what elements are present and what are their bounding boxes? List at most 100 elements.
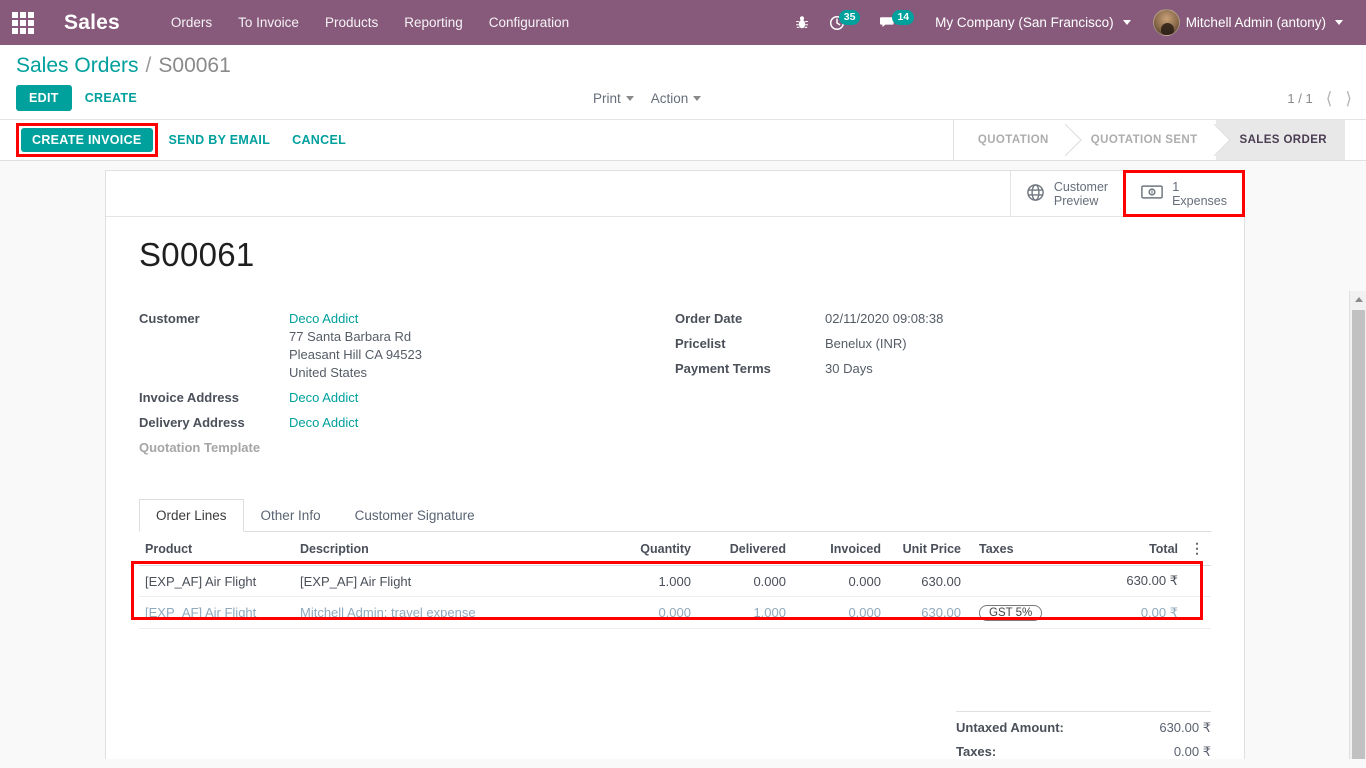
page-title: S00061: [139, 236, 255, 273]
col-taxes[interactable]: Taxes: [967, 532, 1092, 566]
status-sales-order[interactable]: SALES ORDER: [1215, 120, 1345, 160]
menu-item-configuration[interactable]: Configuration: [476, 0, 582, 45]
bug-icon[interactable]: [785, 0, 819, 45]
field-invoice-address-label: Invoice Address: [139, 390, 239, 405]
chevron-down-icon: [625, 95, 634, 101]
menu-item-products[interactable]: Products: [312, 0, 391, 45]
form-right-column: Order Date 02/11/2020 09:08:38 Pricelist…: [675, 310, 1211, 464]
cell-unit-price: 630.00: [887, 565, 967, 597]
chevron-left-icon[interactable]: ⟨: [1326, 90, 1333, 107]
workflow-buttons: CREATE INVOICE SEND BY EMAIL CANCEL: [16, 123, 357, 157]
customer-preview-button[interactable]: Customer Preview: [1009, 171, 1123, 216]
taxes-value: 0.00 ₹: [1173, 744, 1211, 759]
menu-item-orders[interactable]: Orders: [158, 0, 225, 45]
cell-product: [EXP_AF] Air Flight: [139, 565, 294, 597]
field-customer-label: Customer: [139, 311, 200, 326]
company-name: My Company (San Francisco): [935, 15, 1114, 30]
table-header-row: Product Description Quantity Delivered I…: [139, 532, 1211, 566]
control-panel: Sales Orders / S00061 EDIT CREATE Print …: [0, 45, 1366, 120]
col-description[interactable]: Description: [294, 532, 602, 566]
edit-button[interactable]: EDIT: [16, 85, 72, 111]
chevron-down-icon: [693, 95, 702, 101]
vertical-scrollbar[interactable]: [1349, 291, 1366, 759]
main-menu: Orders To Invoice Products Reporting Con…: [158, 0, 582, 45]
cell-taxes: GST 5%: [967, 596, 1092, 629]
notebook: Order Lines Other Info Customer Signatur…: [131, 498, 1211, 629]
vertical-dots-icon[interactable]: ⋮: [1184, 532, 1211, 566]
chevron-down-icon: [1335, 20, 1343, 25]
messages-menu[interactable]: 14: [870, 0, 924, 45]
col-total[interactable]: Total: [1092, 532, 1184, 566]
field-order-date-label: Order Date: [675, 311, 743, 326]
breadcrumb-current: S00061: [158, 54, 231, 77]
field-pricelist-label: Pricelist: [675, 336, 726, 351]
cell-options: [1184, 565, 1211, 597]
field-pricelist-value: Benelux (INR): [825, 336, 907, 351]
expenses-highlight: 1 Expenses: [1123, 170, 1245, 217]
customer-address-line-3: United States: [289, 365, 368, 380]
money-icon: [1141, 184, 1163, 203]
globe-icon: [1026, 183, 1045, 205]
table-row[interactable]: [EXP_AF] Air Flight Mitchell Admin: trav…: [139, 596, 1211, 629]
cell-taxes: [967, 565, 1092, 597]
col-unit-price[interactable]: Unit Price: [887, 532, 967, 566]
expenses-button[interactable]: 1 Expenses: [1126, 173, 1242, 214]
chevron-right-icon[interactable]: ⟩: [1345, 90, 1352, 107]
customer-preview-line2: Preview: [1053, 193, 1099, 208]
activities-menu[interactable]: 35: [819, 0, 871, 45]
cancel-button[interactable]: CANCEL: [281, 128, 357, 152]
control-panel-buttons: EDIT CREATE Print Action 1 / 1 ⟨ ⟩: [0, 82, 1366, 119]
app-brand-title[interactable]: Sales: [64, 11, 120, 35]
expenses-count: 1: [1172, 178, 1180, 194]
print-action-group: Print Action: [593, 91, 702, 106]
taxes-label: Taxes:: [956, 744, 997, 759]
field-order-date: Order Date 02/11/2020 09:08:38: [675, 310, 1211, 328]
table-row[interactable]: [EXP_AF] Air Flight [EXP_AF] Air Flight …: [139, 565, 1211, 597]
col-product[interactable]: Product: [139, 532, 294, 566]
apps-grid-icon[interactable]: [0, 0, 46, 45]
col-invoiced[interactable]: Invoiced: [792, 532, 887, 566]
field-payment-terms-value: 30 Days: [825, 361, 873, 376]
user-menu[interactable]: Mitchell Admin (antony): [1142, 0, 1354, 45]
create-invoice-highlight: CREATE INVOICE: [16, 123, 158, 157]
create-invoice-button[interactable]: CREATE INVOICE: [21, 128, 153, 152]
field-pricelist: Pricelist Benelux (INR): [675, 335, 1211, 353]
scrollbar-thumb[interactable]: [1352, 310, 1365, 759]
tab-order-lines[interactable]: Order Lines: [139, 499, 244, 532]
create-button[interactable]: CREATE: [72, 85, 150, 111]
user-name: Mitchell Admin (antony): [1185, 15, 1326, 30]
col-quantity[interactable]: Quantity: [602, 532, 697, 566]
workflow-bar: CREATE INVOICE SEND BY EMAIL CANCEL QUOT…: [0, 120, 1366, 161]
send-by-email-button[interactable]: SEND BY EMAIL: [158, 128, 282, 152]
tab-other-info[interactable]: Other Info: [244, 499, 338, 532]
print-dropdown[interactable]: Print: [593, 91, 634, 106]
tab-customer-signature[interactable]: Customer Signature: [338, 499, 492, 532]
field-quotation-template: Quotation Template: [139, 439, 675, 457]
field-customer: Customer Deco Addict 77 Santa Barbara Rd…: [139, 310, 675, 382]
field-order-date-value: 02/11/2020 09:08:38: [825, 311, 944, 326]
field-payment-terms: Payment Terms 30 Days: [675, 360, 1211, 378]
company-switcher[interactable]: My Company (San Francisco): [924, 0, 1142, 45]
scroll-up-arrow-icon[interactable]: [1350, 291, 1366, 308]
menu-item-to-invoice[interactable]: To Invoice: [225, 0, 312, 45]
cell-invoiced: 0.000: [792, 596, 887, 629]
totals-section: Untaxed Amount: 630.00 ₹ Taxes: 0.00 ₹ T…: [139, 711, 1211, 759]
customer-link[interactable]: Deco Addict: [289, 311, 358, 326]
customer-address-line-1: 77 Santa Barbara Rd: [289, 329, 412, 344]
customer-preview-line1: Customer: [1053, 179, 1109, 194]
delivery-address-link[interactable]: Deco Addict: [289, 415, 358, 430]
record-sheet: Customer Preview 1 Expenses S00061 Custo…: [105, 170, 1245, 759]
activities-count-badge: 35: [838, 10, 861, 25]
status-quotation-sent[interactable]: QUOTATION SENT: [1066, 120, 1216, 160]
invoice-address-link[interactable]: Deco Addict: [289, 390, 358, 405]
breadcrumb-root[interactable]: Sales Orders: [16, 54, 139, 78]
chevron-down-icon: [1122, 20, 1131, 25]
action-label: Action: [650, 90, 689, 106]
totals-untaxed-row: Untaxed Amount: 630.00 ₹: [956, 716, 1211, 740]
status-quotation[interactable]: QUOTATION: [953, 120, 1067, 160]
cell-quantity: 1.000: [602, 565, 697, 597]
col-delivered[interactable]: Delivered: [697, 532, 792, 566]
action-dropdown[interactable]: Action: [651, 91, 702, 106]
menu-item-reporting[interactable]: Reporting: [391, 0, 476, 45]
customer-address-line-2: Pleasant Hill CA 94523: [289, 347, 422, 362]
